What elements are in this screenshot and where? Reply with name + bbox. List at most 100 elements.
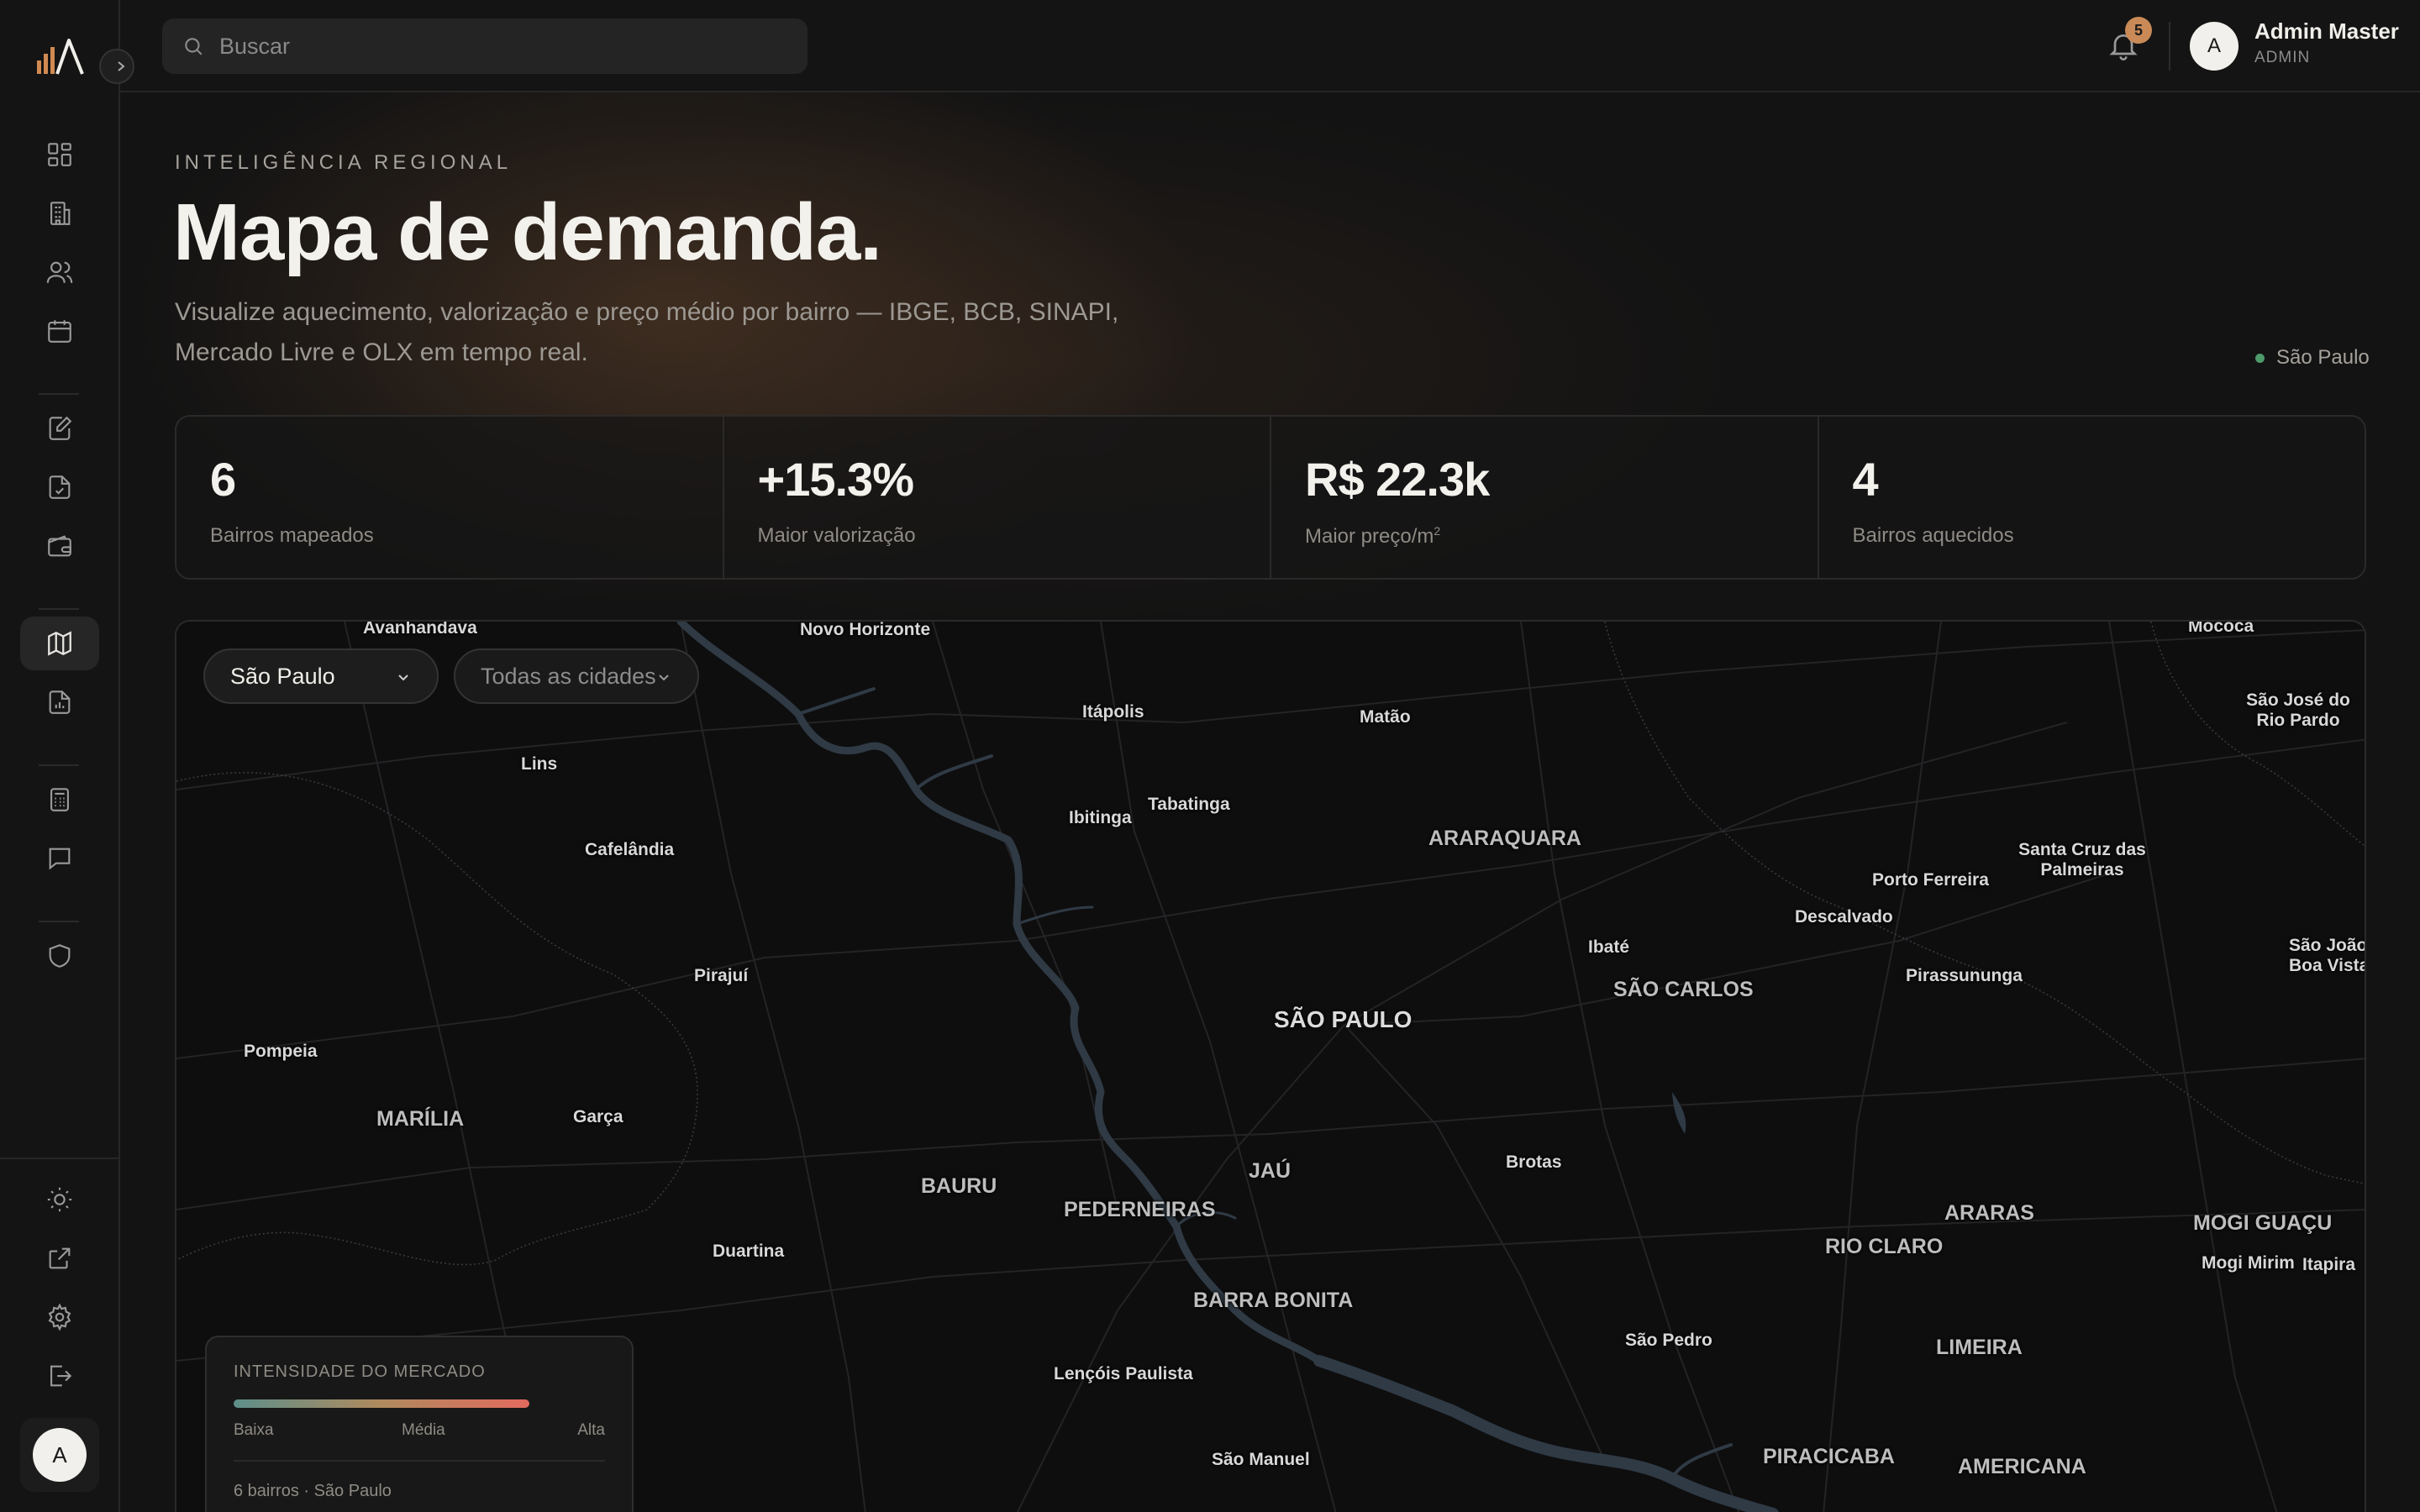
city-label[interactable]: Mococa (2188, 622, 2254, 637)
city-label[interactable]: MARÍLIA (376, 1107, 464, 1131)
city-label[interactable]: BAURU (921, 1174, 997, 1199)
city-label[interactable]: Ibitinga (1069, 808, 1132, 828)
city-label[interactable]: Matão (1360, 707, 1411, 727)
sidebar-collapse-button[interactable] (99, 49, 134, 84)
notification-badge: 5 (2125, 17, 2152, 44)
nav-finance[interactable] (20, 519, 99, 573)
sun-icon (47, 1187, 72, 1212)
city-label[interactable]: Pirassununga (1906, 966, 2023, 986)
region-label: São Paulo (2276, 346, 2370, 369)
city-label[interactable]: Tabatinga (1148, 795, 1230, 815)
dashboard-icon (48, 143, 71, 166)
city-label[interactable]: Duartina (713, 1242, 784, 1262)
city-label[interactable]: RIO CLARO (1825, 1235, 1943, 1259)
stat-value: R$ 22.3k (1305, 453, 1490, 506)
city-label[interactable]: Porto Ferreira (1872, 870, 1989, 890)
nav-logout[interactable] (20, 1349, 99, 1403)
nav-security[interactable] (20, 929, 99, 983)
city-label[interactable]: Cafelândia (585, 840, 674, 860)
city-label[interactable]: Lins (521, 754, 557, 774)
nav-clients[interactable] (20, 245, 99, 299)
stat-neighborhoods-mapped: 6 Bairros mapeados (176, 417, 724, 578)
city-label[interactable]: Brotas (1506, 1152, 1562, 1173)
search-icon (185, 38, 203, 55)
nav-properties[interactable] (20, 186, 99, 240)
city-label[interactable]: AMERICANA (1958, 1455, 2086, 1479)
page-subtitle: Visualize aquecimento, valorização e pre… (175, 298, 1119, 366)
city-label[interactable]: São Pedro (1625, 1331, 1712, 1351)
city-label[interactable]: Itapira (2302, 1255, 2355, 1275)
nav-documents[interactable] (20, 460, 99, 514)
stat-hot-neighborhoods: 4 Bairros aquecidos (1819, 417, 2365, 578)
legend-low-label: Baixa (234, 1421, 274, 1439)
nav-contracts[interactable] (20, 402, 99, 455)
city-select[interactable]: Todas as cidades (454, 648, 699, 704)
city-label[interactable]: São Manuel (1212, 1450, 1310, 1470)
city-label[interactable]: ARARAQUARA (1428, 827, 1581, 851)
state-select-value: São Paulo (230, 663, 335, 689)
theme-toggle[interactable] (20, 1173, 99, 1226)
city-label[interactable]: PIRACICABA (1763, 1445, 1895, 1469)
city-label[interactable]: Avanhandava (363, 622, 477, 638)
map-icon (48, 631, 71, 656)
city-label[interactable]: JAÚ (1249, 1159, 1291, 1184)
city-label[interactable]: Novo Horizonte (800, 622, 930, 640)
nav-open-site[interactable] (20, 1231, 99, 1285)
search-box[interactable] (162, 18, 808, 74)
brand-logo[interactable] (35, 37, 84, 76)
city-label[interactable]: Pirajuí (694, 966, 748, 986)
users-icon (46, 261, 73, 283)
legend-mid-label: Média (402, 1421, 445, 1439)
stat-max-price: R$ 22.3k Maior preço/m2 (1271, 417, 1819, 578)
chevron-right-icon (118, 61, 125, 71)
city-label[interactable]: Ibaté (1588, 937, 1629, 958)
stat-label: Bairros mapeados (210, 524, 374, 547)
city-label[interactable]: ARARAS (1944, 1201, 2034, 1226)
legend-title: INTENSIDADE DO MERCADO (234, 1362, 486, 1381)
city-label-capital[interactable]: SÃO PAULO (1274, 1006, 1412, 1033)
city-label[interactable]: Santa Cruz das Palmeiras (1998, 840, 2166, 880)
stat-max-appreciation: +15.3% Maior valorização (724, 417, 1271, 578)
stat-label: Maior valorização (757, 524, 916, 547)
chat-icon (49, 848, 71, 870)
city-label[interactable]: Garça (573, 1107, 623, 1127)
demand-map[interactable]: Avanhandava Novo Horizonte Mococa São Jo… (175, 620, 2366, 1512)
state-select[interactable]: São Paulo (203, 648, 439, 704)
stat-label-superscript: 2 (1434, 524, 1441, 538)
city-select-value: Todas as cidades (481, 663, 656, 689)
city-label[interactable]: SÃO CARLOS (1613, 978, 1754, 1002)
city-label[interactable]: Pompeia (244, 1042, 318, 1062)
nav-calendar[interactable] (20, 304, 99, 358)
city-label[interactable]: Itápolis (1082, 702, 1144, 722)
user-name[interactable]: Admin Master (2254, 18, 2399, 45)
city-label[interactable]: Descalvado (1795, 907, 1893, 927)
nav-settings[interactable] (20, 1290, 99, 1344)
user-avatar[interactable]: A (2190, 22, 2238, 71)
stats-panel: 6 Bairros mapeados +15.3% Maior valoriza… (175, 415, 2366, 580)
shield-icon (49, 944, 71, 968)
nav-map[interactable] (20, 617, 99, 670)
city-label[interactable]: PEDERNEIRAS (1064, 1198, 1216, 1222)
nav-dashboard[interactable] (20, 128, 99, 181)
city-label[interactable]: MOGI GUAÇU (2193, 1211, 2332, 1236)
search-input[interactable] (219, 33, 791, 60)
city-label[interactable]: Lençóis Paulista (1054, 1364, 1193, 1384)
nav-messages[interactable] (20, 832, 99, 885)
nav-calculator[interactable] (20, 773, 99, 827)
topbar-divider (2169, 22, 2170, 71)
logout-icon (50, 1365, 72, 1387)
calculator-icon (50, 788, 69, 811)
report-icon (49, 690, 71, 714)
city-label[interactable]: BARRA BONITA (1193, 1289, 1353, 1313)
sidebar-profile[interactable]: A (20, 1418, 99, 1492)
city-label[interactable]: São João da Boa Vista (2289, 936, 2365, 976)
nav-reports[interactable] (20, 675, 99, 729)
chevron-down-icon (398, 675, 408, 681)
section-eyebrow: INTELIGÊNCIA REGIONAL (175, 151, 513, 174)
topbar: 5 A Admin Master ADMIN (120, 0, 2420, 92)
city-label[interactable]: São José do Rio Pardo (2235, 690, 2361, 731)
avatar: A (33, 1428, 87, 1482)
sidebar: A (0, 0, 134, 1512)
city-label[interactable]: Mogi Mirim (2202, 1253, 2295, 1273)
city-label[interactable]: LIMEIRA (1936, 1336, 2023, 1360)
